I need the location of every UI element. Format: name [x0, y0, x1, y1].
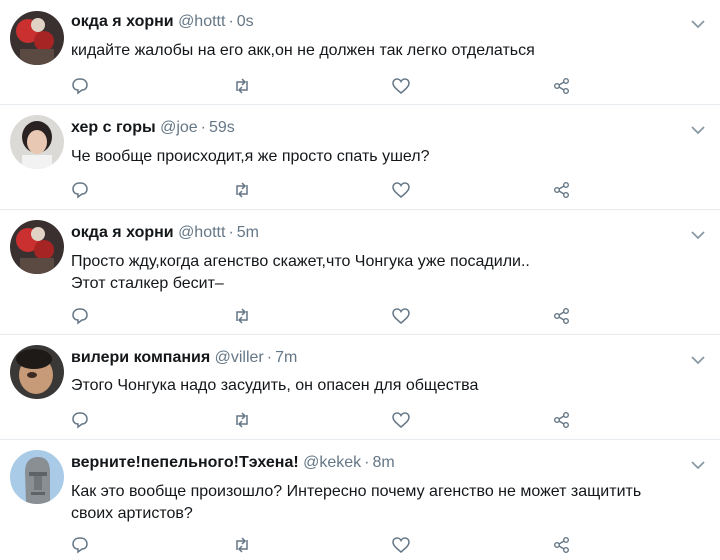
tweet-actions	[0, 410, 720, 430]
tweet-text: Че вообще происходит,я же просто спать у…	[71, 148, 430, 165]
chevron-down-icon[interactable]	[690, 123, 706, 135]
tweet-text: Этого Чонгука надо засудить, он опасен д…	[71, 377, 479, 394]
tweet-actions	[0, 306, 720, 326]
separator-dot: ·	[364, 454, 370, 471]
reply-icon[interactable]	[70, 180, 90, 200]
author-handle[interactable]: @joe	[160, 119, 198, 136]
author-name[interactable]: окда я хорни	[71, 13, 174, 30]
like-icon[interactable]	[391, 535, 411, 555]
author-name[interactable]: хер с горы	[71, 119, 156, 136]
reply-icon[interactable]	[70, 535, 90, 555]
author-handle[interactable]: @kekek	[303, 454, 361, 471]
retweet-icon[interactable]	[232, 76, 252, 96]
author-name[interactable]: вилери компания	[71, 349, 210, 366]
tweet[interactable]: верните!пепельного!Тэхена! @kekek · 8m Как…	[0, 440, 720, 558]
share-icon[interactable]	[552, 306, 572, 326]
share-icon[interactable]	[552, 410, 572, 430]
reply-icon[interactable]	[70, 306, 90, 326]
timestamp[interactable]: 7m	[275, 349, 297, 366]
avatar[interactable]	[10, 220, 64, 274]
tweet-actions	[0, 535, 720, 555]
tweet[interactable]: хер с горы @joe · 59s Че вообще происходит…	[0, 105, 720, 209]
timestamp[interactable]: 0s	[237, 13, 254, 30]
like-icon[interactable]	[391, 306, 411, 326]
share-icon[interactable]	[552, 180, 572, 200]
separator-dot: ·	[200, 119, 206, 136]
like-icon[interactable]	[391, 76, 411, 96]
timestamp[interactable]: 8m	[373, 454, 395, 471]
tweet-actions	[0, 180, 720, 200]
share-icon[interactable]	[552, 76, 572, 96]
author-handle[interactable]: @hottt	[178, 224, 225, 241]
reply-icon[interactable]	[70, 76, 90, 96]
timestamp[interactable]: 59s	[209, 119, 235, 136]
author-handle[interactable]: @viller	[215, 349, 264, 366]
share-icon[interactable]	[552, 535, 572, 555]
timestamp[interactable]: 5m	[237, 224, 259, 241]
reply-icon[interactable]	[70, 410, 90, 430]
retweet-icon[interactable]	[232, 535, 252, 555]
author-name[interactable]: верните!пепельного!Тэхена!	[71, 454, 299, 471]
chevron-down-icon[interactable]	[690, 17, 706, 29]
retweet-icon[interactable]	[232, 306, 252, 326]
tweet[interactable]: окда я хорни @hottt · 5m Просто жду,когда …	[0, 210, 720, 334]
retweet-icon[interactable]	[232, 410, 252, 430]
avatar[interactable]	[10, 450, 64, 504]
like-icon[interactable]	[391, 410, 411, 430]
tweet-text: Просто жду,когда агенство скажет,что Чон…	[71, 253, 530, 292]
chevron-down-icon[interactable]	[690, 228, 706, 240]
separator-dot: ·	[228, 224, 234, 241]
tweet[interactable]: вилери компания @viller · 7m Этого Чонгука…	[0, 335, 720, 439]
tweet-text: Как это вообще произошло? Интересно поче…	[71, 483, 642, 522]
avatar[interactable]	[10, 345, 64, 399]
tweet-actions	[0, 76, 720, 96]
separator-dot: ·	[266, 349, 273, 366]
like-icon[interactable]	[391, 180, 411, 200]
author-name[interactable]: окда я хорни	[71, 224, 174, 241]
tweet-text: кидайте жалобы на его акк,он не должен т…	[71, 42, 535, 59]
tweet[interactable]: окда я хорни @hottt · 0s кидайте жалобы на…	[0, 0, 720, 104]
chevron-down-icon[interactable]	[690, 458, 706, 470]
retweet-icon[interactable]	[232, 180, 252, 200]
avatar[interactable]	[10, 115, 64, 169]
author-handle[interactable]: @hottt	[178, 13, 225, 30]
avatar[interactable]	[10, 11, 64, 65]
separator-dot: ·	[228, 13, 234, 30]
chevron-down-icon[interactable]	[690, 353, 706, 365]
